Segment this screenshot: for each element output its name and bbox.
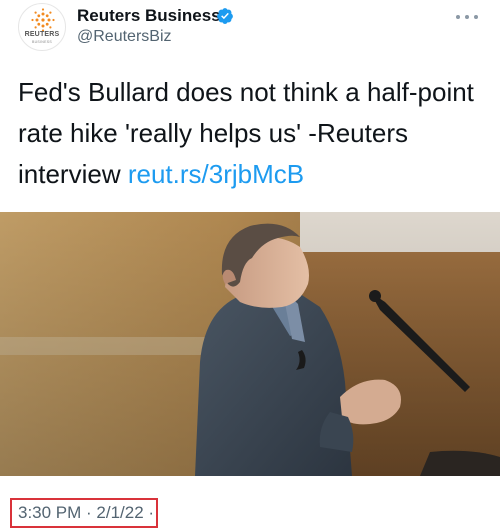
avatar[interactable]: REUTERS BUSINESS (18, 3, 66, 51)
tweet-photo[interactable] (0, 212, 500, 476)
more-dot (456, 15, 460, 19)
tweet-link[interactable]: reut.rs/3rjbMcB (128, 159, 304, 189)
timestamp[interactable]: 3:30 PM · 2/1/22 · (18, 503, 154, 523)
more-options-icon[interactable] (456, 8, 478, 26)
tweet-text: Fed's Bullard does not think a half-poin… (18, 72, 488, 195)
display-name[interactable]: Reuters Business (77, 6, 221, 26)
handle[interactable]: @ReutersBiz (77, 28, 172, 46)
more-dot (465, 15, 469, 19)
more-dot (474, 15, 478, 19)
avatar-wordmark: REUTERS (24, 31, 60, 38)
photo-speaker-at-microphone (0, 212, 500, 476)
tweet-header: REUTERS BUSINESS Reuters Business @Reute… (0, 0, 500, 58)
tweet-card: REUTERS BUSINESS Reuters Business @Reute… (0, 0, 500, 531)
avatar-subtitle: BUSINESS (31, 40, 53, 44)
verified-badge-icon (217, 8, 233, 24)
